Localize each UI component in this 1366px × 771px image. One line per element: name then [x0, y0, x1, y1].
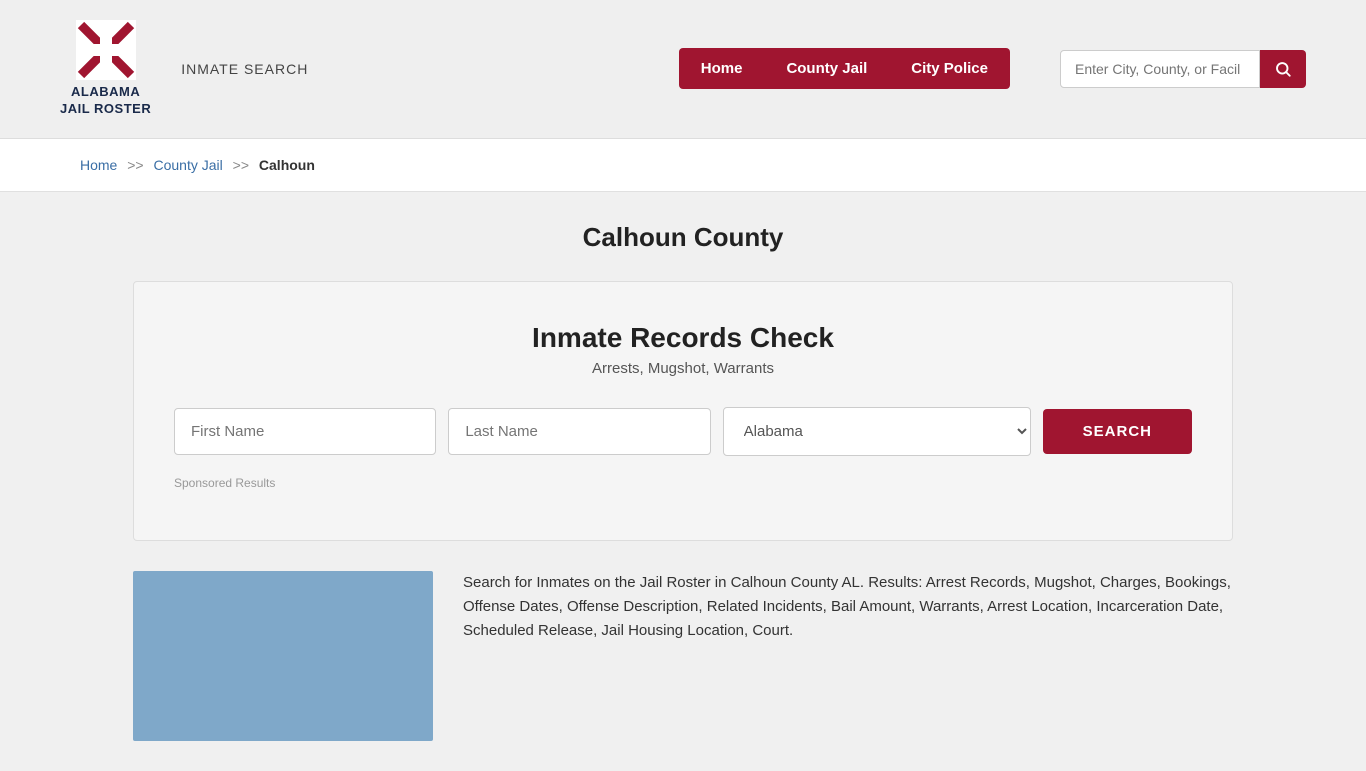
inmate-search-form: Alabama SEARCH — [174, 407, 1192, 456]
records-title: Inmate Records Check — [174, 322, 1192, 354]
bottom-section: Search for Inmates on the Jail Roster in… — [133, 571, 1233, 741]
county-description: Search for Inmates on the Jail Roster in… — [463, 571, 1233, 643]
nav-city-police-button[interactable]: City Police — [889, 48, 1010, 89]
records-subtitle: Arrests, Mugshot, Warrants — [174, 360, 1192, 377]
nav-county-jail-button[interactable]: County Jail — [764, 48, 889, 89]
header-search-input[interactable] — [1060, 50, 1260, 88]
last-name-input[interactable] — [448, 408, 710, 455]
inmate-search-label: INMATE SEARCH — [181, 61, 308, 77]
main-content: Calhoun County Inmate Records Check Arre… — [113, 192, 1253, 771]
page-title: Calhoun County — [133, 222, 1233, 253]
logo-area: ALABAMA JAIL ROSTER — [60, 20, 151, 118]
breadcrumb-home-link[interactable]: Home — [80, 157, 117, 173]
logo-icon — [76, 20, 136, 80]
header-search-area — [1060, 50, 1306, 88]
state-select[interactable]: Alabama — [723, 407, 1031, 456]
breadcrumb-current: Calhoun — [259, 157, 315, 173]
breadcrumb-sep2: >> — [233, 157, 249, 173]
logo-text: ALABAMA JAIL ROSTER — [60, 84, 151, 118]
first-name-input[interactable] — [174, 408, 436, 455]
site-header: ALABAMA JAIL ROSTER INMATE SEARCH Home C… — [0, 0, 1366, 139]
nav-home-button[interactable]: Home — [679, 48, 765, 89]
sponsored-label: Sponsored Results — [174, 476, 1192, 490]
search-icon — [1274, 60, 1292, 78]
records-check-box: Inmate Records Check Arrests, Mugshot, W… — [133, 281, 1233, 541]
main-nav: Home County Jail City Police — [679, 48, 1010, 89]
breadcrumb: Home >> County Jail >> Calhoun — [0, 139, 1366, 192]
breadcrumb-county-jail-link[interactable]: County Jail — [154, 157, 223, 173]
header-search-button[interactable] — [1260, 50, 1306, 88]
breadcrumb-sep1: >> — [127, 157, 143, 173]
county-image — [133, 571, 433, 741]
records-search-button[interactable]: SEARCH — [1043, 409, 1192, 454]
